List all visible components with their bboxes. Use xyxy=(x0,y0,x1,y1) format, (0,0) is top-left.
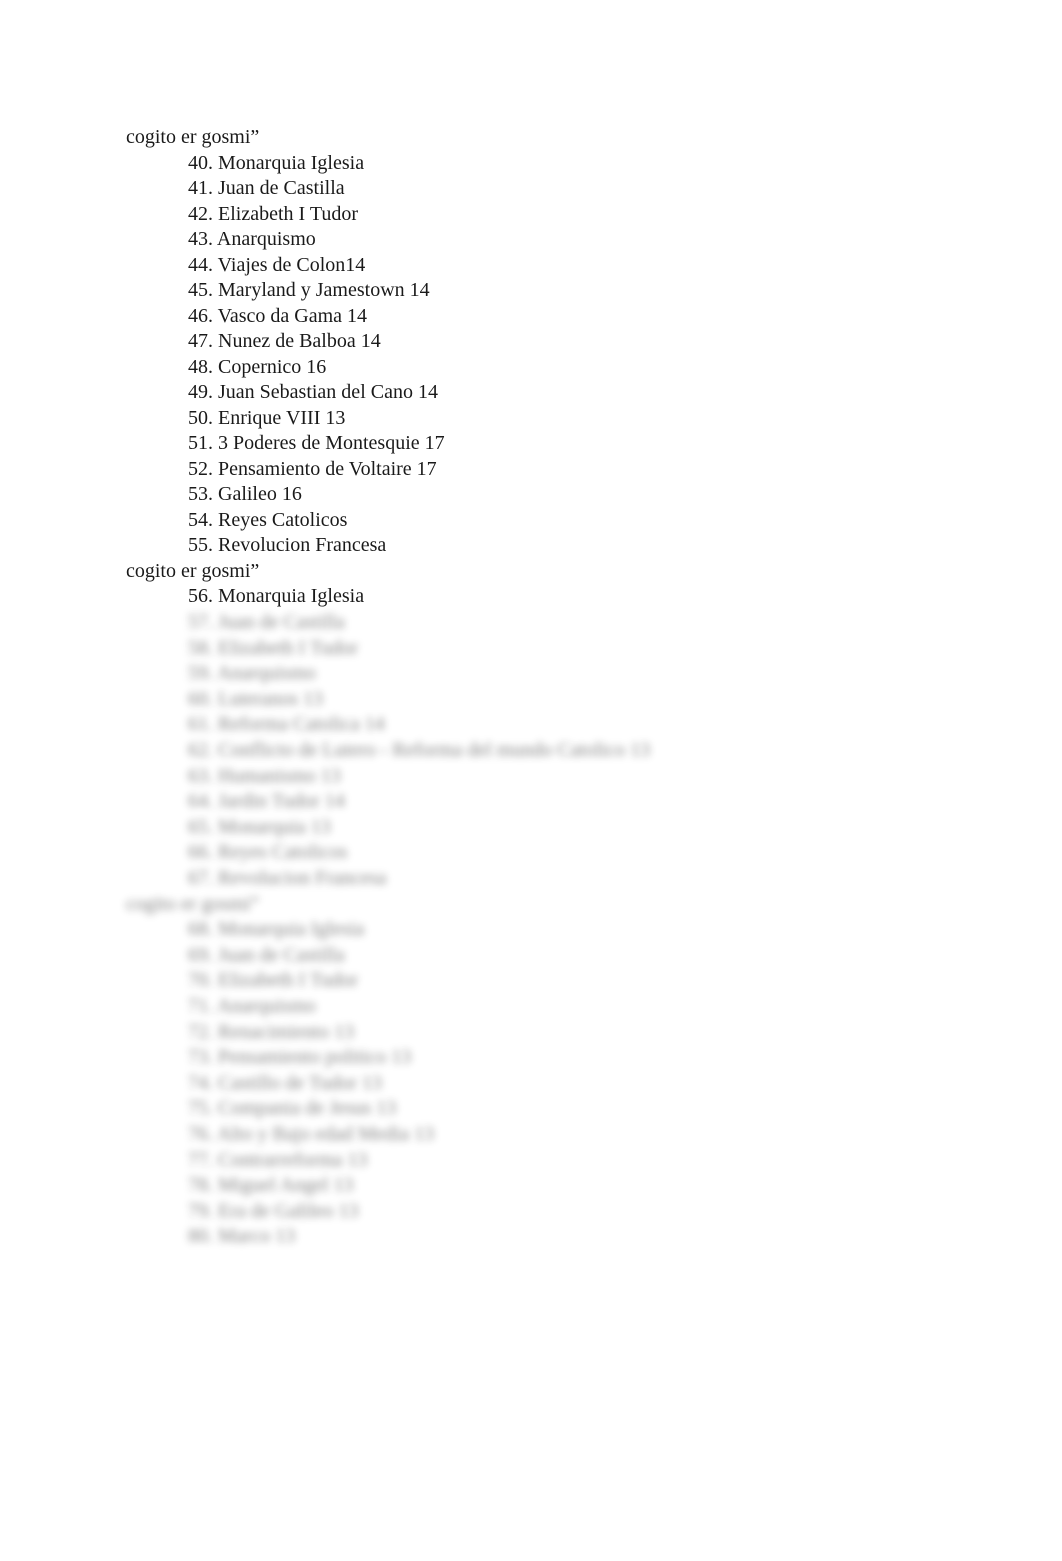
list-item: 77. Contrarreforma 13 xyxy=(188,1148,368,1171)
list-item: 69. Juan de Castilla xyxy=(188,943,345,966)
list-item: 71. Anarquismo xyxy=(188,995,316,1017)
list-item: 57. Juan de Castilla xyxy=(188,611,345,633)
list-item: 58. Elizabeth I Tudor xyxy=(188,636,358,659)
list-item: 80. Marco 13 xyxy=(188,1225,296,1248)
list-item: 59. Anarquismo xyxy=(188,662,316,685)
section-heading: cogito er gosmi” xyxy=(126,892,260,915)
list-item: 72. Renacimiento 13 xyxy=(188,1020,355,1043)
list-item: 75. Compania de Jesus 13 xyxy=(188,1097,397,1120)
list-item: 70. Elizabeth I Tudor xyxy=(188,969,358,992)
list-item: 76. Alto y Bajo edad Media 13 xyxy=(188,1123,435,1145)
list-item: 64. Jardin Tudor 14 xyxy=(188,790,345,813)
list-item: 60. Luteranos 13 xyxy=(188,687,323,710)
document-page: cogito er gosmi” 40. Monarquia Iglesia 41.… xyxy=(0,0,1062,1561)
list-item: 61. Reforma Catolica 14 xyxy=(188,713,385,736)
list-item: 68. Monarquia Iglesia xyxy=(188,918,365,941)
list-item: 65. Monarquia 13 xyxy=(188,815,331,838)
list-item: 73. Pensamiento politico 13 xyxy=(188,1046,412,1069)
list-item: 74. Castillo de Tudor 13 xyxy=(188,1071,382,1094)
list-item: 79. Era de Galileo 13 xyxy=(188,1199,359,1222)
list-item: 62. Conflicto de Lutero - Reforma del mu… xyxy=(188,739,651,761)
list-item: 67. Revolucion Francesa xyxy=(188,867,387,889)
list-item: 66. Reyes Catolicos xyxy=(188,841,348,864)
blurred-preview-section: 57. Juan de Castilla 58. Elizabeth I Tudo… xyxy=(0,0,1062,1561)
list-item: 78. Miguel Angel 13 xyxy=(188,1174,354,1197)
list-item: 63. Humanismo 13 xyxy=(188,764,341,787)
